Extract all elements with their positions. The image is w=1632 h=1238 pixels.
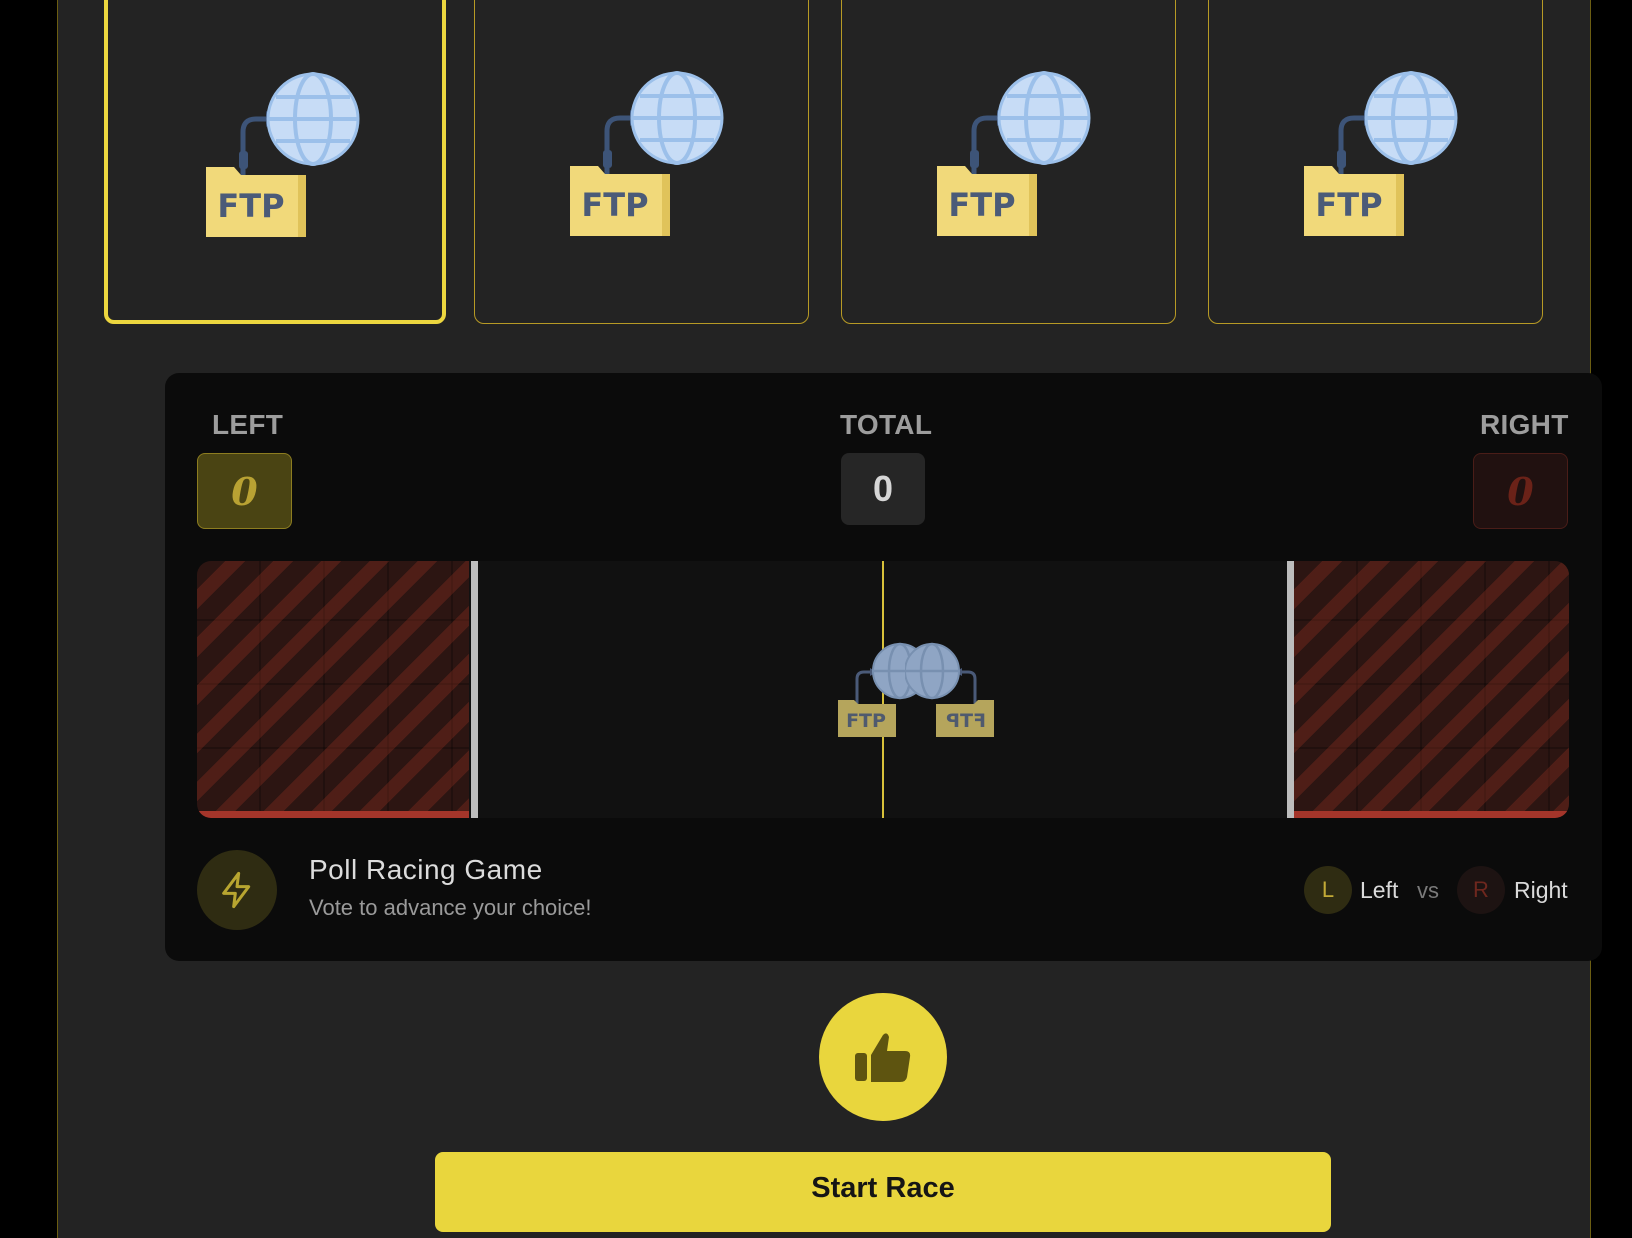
- left-badge: L: [1304, 866, 1352, 914]
- game-panel: FTP FTP FTP FTP LEFT TOTAL RIGHT 0 0 0 F…: [57, 0, 1602, 1238]
- choice-label: FTP: [581, 186, 648, 224]
- total-score: 0: [841, 453, 925, 525]
- race-stage: LEFT TOTAL RIGHT 0 0 0 FTP FTP Poll Raci…: [165, 373, 1602, 961]
- right-finish-line: [1287, 561, 1294, 818]
- right-racer-ftp-icon: FTP: [905, 642, 994, 737]
- choice-card-1[interactable]: FTP: [104, 0, 446, 324]
- choice-card-4[interactable]: FTP: [1208, 0, 1543, 324]
- race-track: FTP FTP: [197, 561, 1569, 818]
- left-racer-label: FTP: [846, 710, 886, 732]
- ftp-globe-icon: FTP: [206, 72, 360, 237]
- right-racer-label: FTP: [946, 710, 986, 732]
- right-finish-zone: [1294, 561, 1569, 818]
- left-label: LEFT: [212, 409, 284, 440]
- left-legend-text: Left: [1360, 877, 1399, 903]
- game-subtitle: Vote to advance your choice!: [309, 895, 592, 920]
- right-score: 0: [1473, 453, 1568, 529]
- left-finish-line: [471, 561, 478, 818]
- choice-label: FTP: [948, 186, 1015, 224]
- left-score: 0: [197, 453, 292, 529]
- choice-label: FTP: [1315, 186, 1382, 224]
- choice-label: FTP: [217, 187, 284, 225]
- left-finish-zone: [197, 561, 469, 818]
- vote-button[interactable]: [819, 993, 947, 1121]
- right-label: RIGHT: [1480, 409, 1569, 440]
- choice-card-2[interactable]: FTP: [474, 0, 809, 324]
- choice-card-3[interactable]: FTP: [841, 0, 1176, 324]
- lightning-icon: [197, 850, 277, 930]
- ftp-globe-icon: FTP: [1304, 71, 1458, 236]
- vs-text: vs: [1417, 878, 1439, 903]
- game-title: Poll Racing Game: [309, 854, 543, 885]
- start-race-button[interactable]: Start Race: [435, 1152, 1331, 1232]
- right-badge: R: [1457, 866, 1505, 914]
- right-legend-text: Right: [1514, 877, 1568, 903]
- ftp-globe-icon: FTP: [937, 71, 1091, 236]
- total-label: TOTAL: [840, 409, 933, 440]
- ftp-globe-icon: FTP: [570, 71, 724, 236]
- thumbs-up-icon: [855, 1033, 911, 1082]
